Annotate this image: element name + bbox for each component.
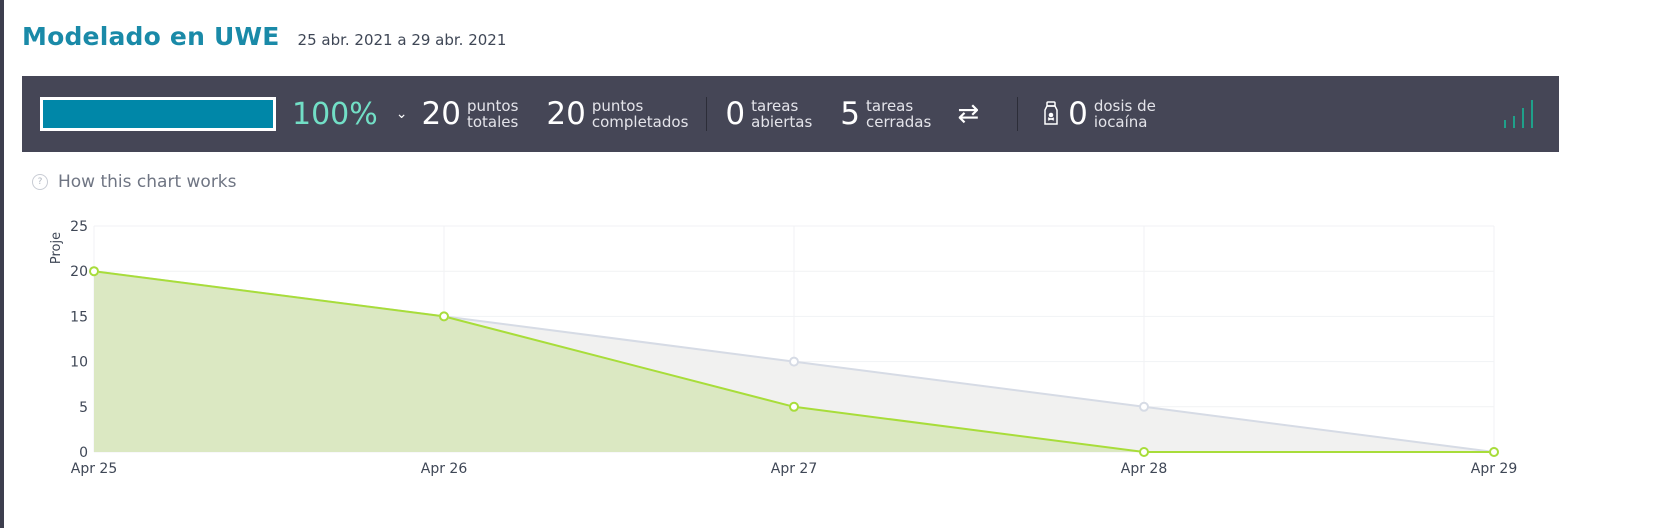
- progress-percent: 100%: [292, 96, 378, 132]
- date-range: 25 abr. 2021 a 29 abr. 2021: [297, 31, 507, 49]
- y-tick-label: 0: [79, 445, 88, 461]
- header: Modelado en UWE 25 abr. 2021 a 29 abr. 2…: [22, 22, 506, 51]
- stats-bars-icon[interactable]: [1503, 98, 1535, 130]
- iocaine-stat: 0 dosis de iocaína: [1068, 98, 1156, 130]
- x-tick-label: Apr 26: [421, 461, 468, 477]
- divider: [706, 97, 708, 131]
- divider: [1017, 97, 1019, 131]
- y-tick-label: 5: [79, 400, 88, 416]
- progress-bar: [40, 97, 276, 131]
- closed-tasks-stat: 5 tareas cerradas: [840, 98, 931, 130]
- series-point: [789, 356, 799, 367]
- summary-bar: 100% ⌄ 20 puntos totales 20 puntos compl…: [22, 76, 1559, 152]
- open-tasks-label: tareas abiertas: [751, 97, 813, 131]
- y-tick-label: 15: [70, 309, 88, 325]
- swap-arrows-icon[interactable]: ⇄: [957, 99, 979, 129]
- series-point: [1489, 447, 1499, 457]
- closed-tasks-value: 5: [840, 95, 861, 132]
- total-points-label: puntos totales: [466, 97, 519, 131]
- poison-jar-icon: [1044, 101, 1058, 125]
- question-icon: ?: [32, 174, 48, 190]
- open-tasks-value: 0: [725, 95, 746, 132]
- progress-fill: [43, 100, 273, 128]
- series-point: [439, 311, 449, 322]
- how-chart-works-link[interactable]: ? How this chart works: [32, 172, 237, 192]
- y-tick-label: 10: [70, 355, 88, 371]
- y-axis-label: Proje: [49, 232, 64, 264]
- series-point: [1139, 447, 1149, 457]
- iocaine-value: 0: [1068, 95, 1088, 132]
- series-point: [89, 266, 99, 277]
- x-tick-label: Apr 27: [771, 461, 817, 477]
- series-point: [1139, 401, 1149, 412]
- x-tick-label: Apr 28: [1121, 461, 1167, 477]
- y-tick-label: 25: [70, 219, 88, 235]
- series-point: [789, 401, 799, 412]
- how-chart-works-label: How this chart works: [58, 172, 237, 192]
- total-points-stat: 20 puntos totales: [422, 98, 519, 130]
- y-tick-label: 20: [70, 264, 88, 280]
- closed-tasks-label: tareas cerradas: [866, 97, 932, 131]
- completed-points-stat: 20 puntos completados: [546, 98, 688, 130]
- completed-points-label: puntos completados: [591, 97, 689, 131]
- x-tick-label: Apr 25: [71, 461, 117, 477]
- chevron-down-icon[interactable]: ⌄: [396, 106, 408, 122]
- x-tick-label: Apr 29: [1471, 461, 1517, 477]
- page-title: Modelado en UWE: [22, 22, 280, 51]
- open-tasks-stat: 0 tareas abiertas: [725, 98, 812, 130]
- completed-points-value: 20: [546, 95, 586, 132]
- iocaine-label: dosis de iocaína: [1093, 97, 1156, 131]
- burndown-chart: 0 5 10 15 20 25 Apr 25 Apr 26 Apr 27 Apr 28 Apr 29…: [49, 219, 1517, 477]
- total-points-value: 20: [421, 95, 461, 132]
